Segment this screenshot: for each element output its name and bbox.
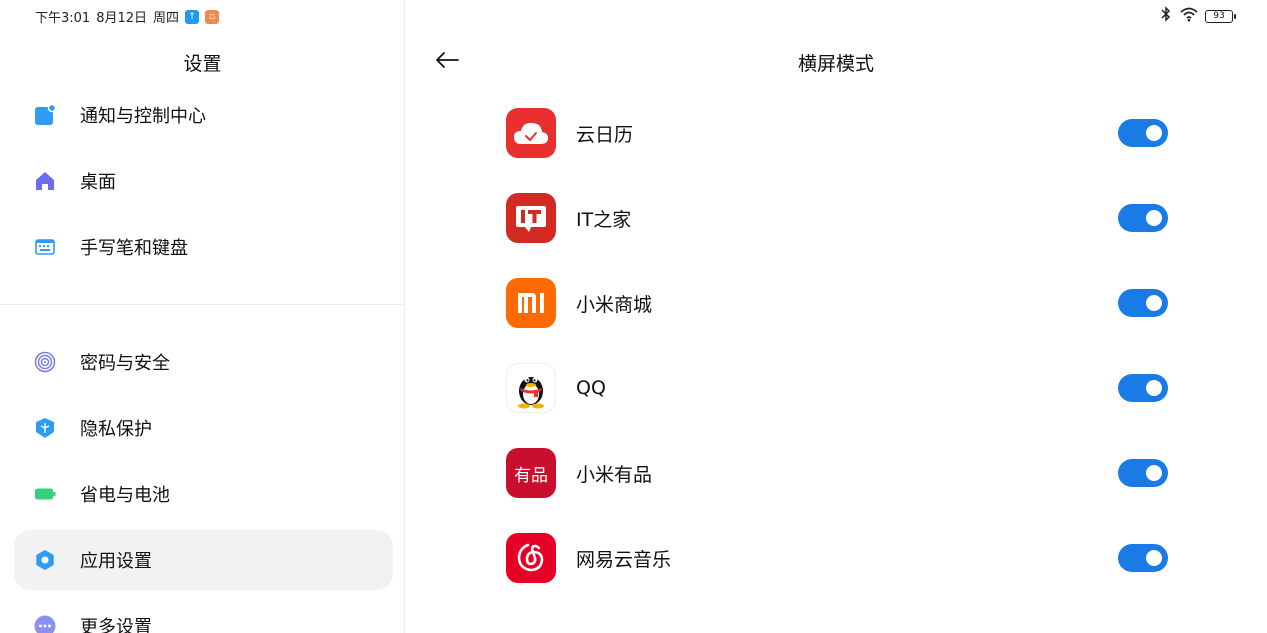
battery-indicator: 93 bbox=[1205, 9, 1236, 23]
more-icon bbox=[34, 615, 56, 633]
landscape-toggle-cloud-calendar[interactable] bbox=[1118, 119, 1168, 147]
landscape-toggle-qq[interactable] bbox=[1118, 374, 1168, 402]
wifi-icon bbox=[1179, 6, 1199, 26]
toggle-knob bbox=[1146, 380, 1162, 396]
privacy-icon bbox=[34, 417, 56, 439]
sidebar-item-label: 应用设置 bbox=[80, 551, 152, 572]
gear-icon bbox=[34, 549, 56, 571]
sidebar-item-label: 更多设置 bbox=[80, 617, 152, 633]
notification-icon bbox=[34, 104, 56, 126]
sidebar-item-label: 桌面 bbox=[80, 172, 116, 193]
sidebar-item-stylus-keyboard[interactable]: 手写笔和键盘 bbox=[14, 217, 393, 277]
keyboard-icon bbox=[34, 236, 56, 258]
toggle-knob bbox=[1146, 125, 1162, 141]
settings-title: 设置 bbox=[183, 53, 222, 75]
toggle-knob bbox=[1146, 295, 1162, 311]
battery-icon bbox=[34, 483, 56, 505]
fingerprint-icon bbox=[34, 351, 56, 373]
netease-music-icon bbox=[506, 533, 556, 583]
app-row-youpin: 有品 小米有品 bbox=[506, 447, 1170, 499]
page-title: 横屏模式 bbox=[797, 53, 874, 75]
app-name: 网易云音乐 bbox=[576, 548, 672, 571]
section-divider bbox=[0, 304, 405, 305]
cloud-calendar-icon bbox=[506, 108, 556, 158]
toggle-knob bbox=[1146, 465, 1162, 481]
toggle-knob bbox=[1146, 550, 1162, 566]
app-name: 云日历 bbox=[576, 123, 634, 146]
sidebar-item-label: 隐私保护 bbox=[80, 419, 152, 440]
qq-icon bbox=[506, 363, 556, 413]
app-name: IT之家 bbox=[576, 208, 632, 231]
sidebar-item-privacy[interactable]: 隐私保护 bbox=[14, 398, 393, 458]
sidebar-item-label: 手写笔和键盘 bbox=[80, 238, 188, 259]
app-row-netease-music: 网易云音乐 bbox=[506, 532, 1170, 584]
app-name: QQ bbox=[576, 377, 606, 399]
app-name: 小米有品 bbox=[576, 463, 653, 486]
app-row-mi-store: 小米商城 bbox=[506, 277, 1170, 329]
app-row-qq: QQ bbox=[506, 362, 1170, 414]
app-row-ithome: IT之家 bbox=[506, 192, 1170, 244]
landscape-toggle-netease-music[interactable] bbox=[1118, 544, 1168, 572]
sidebar-item-label: 通知与控制中心 bbox=[80, 106, 206, 127]
youpin-icon: 有品 bbox=[506, 448, 556, 498]
sidebar-item-more-settings[interactable]: 更多设置 bbox=[14, 596, 393, 633]
app-row-cloud-calendar: 云日历 bbox=[506, 107, 1170, 159]
sidebar-item-app-settings[interactable]: 应用设置 bbox=[14, 530, 393, 590]
home-icon bbox=[34, 170, 56, 192]
sidebar-item-password-security[interactable]: 密码与安全 bbox=[14, 332, 393, 392]
settings-sidebar: 设置 通知与控制中心 桌面 手写笔和键盘 密码与安全 隐私保护 省电与电池 应用… bbox=[0, 0, 405, 633]
landscape-toggle-ithome[interactable] bbox=[1118, 204, 1168, 232]
app-name: 小米商城 bbox=[576, 293, 653, 316]
sidebar-item-battery[interactable]: 省电与电池 bbox=[14, 464, 393, 524]
toggle-knob bbox=[1146, 210, 1162, 226]
youpin-logo-text: 有品 bbox=[514, 465, 548, 486]
sidebar-item-label: 省电与电池 bbox=[80, 485, 170, 506]
battery-level: 93 bbox=[1213, 11, 1225, 21]
landscape-toggle-youpin[interactable] bbox=[1118, 459, 1168, 487]
sidebar-item-notifications[interactable]: 通知与控制中心 bbox=[14, 85, 393, 145]
sidebar-item-label: 密码与安全 bbox=[80, 353, 170, 374]
landscape-toggle-mi-store[interactable] bbox=[1118, 289, 1168, 317]
status-bar-right: 93 bbox=[1159, 6, 1236, 26]
bluetooth-icon bbox=[1159, 6, 1173, 26]
mi-store-icon bbox=[506, 278, 556, 328]
ithome-icon bbox=[506, 193, 556, 243]
sidebar-item-desktop[interactable]: 桌面 bbox=[14, 151, 393, 211]
